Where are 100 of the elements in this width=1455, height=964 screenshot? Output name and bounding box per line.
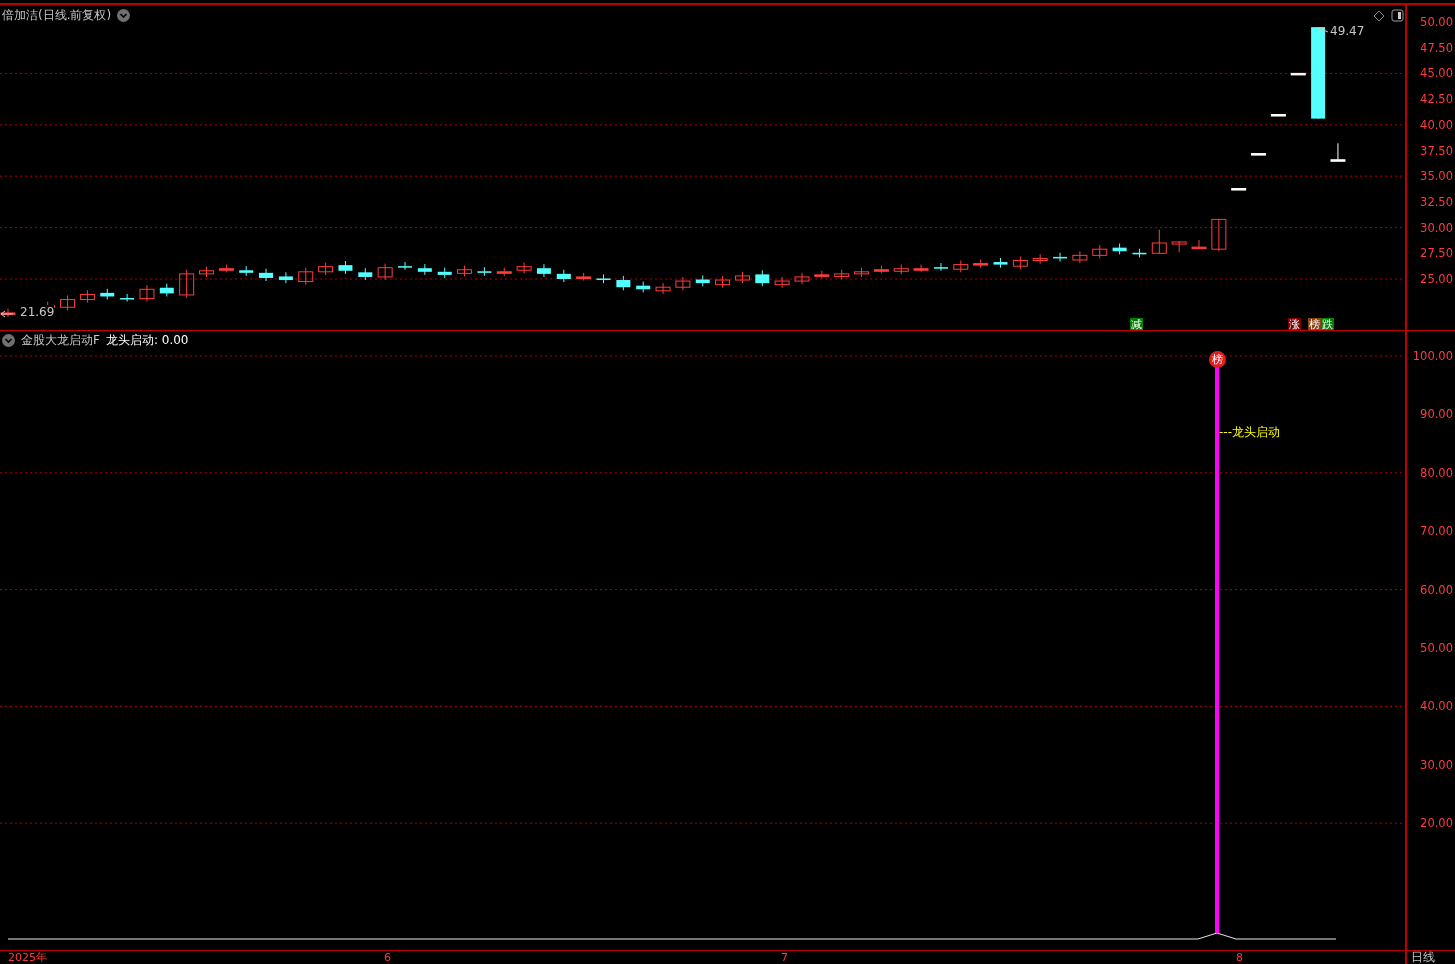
signal-marker: 榜 xyxy=(1308,318,1321,330)
candle xyxy=(616,275,631,291)
candle xyxy=(536,263,551,278)
candle xyxy=(576,272,592,282)
candle xyxy=(457,265,473,277)
panel-toggle-icon[interactable] xyxy=(1391,9,1404,22)
candle xyxy=(120,293,135,303)
diamond-icon[interactable] xyxy=(1373,10,1385,22)
candle xyxy=(636,281,651,293)
candle xyxy=(933,262,948,272)
candle xyxy=(715,275,731,289)
candle xyxy=(834,269,850,280)
candle xyxy=(358,267,373,281)
candle xyxy=(1290,72,1306,76)
indicator-name: 金股大龙启动F xyxy=(21,332,100,349)
candle xyxy=(437,267,452,279)
candle xyxy=(496,267,512,277)
candle xyxy=(774,276,790,289)
indicator-reading: 龙头启动: 0.00 xyxy=(105,332,189,349)
candle xyxy=(199,266,214,278)
candle xyxy=(159,283,174,297)
candle xyxy=(596,273,611,284)
candle xyxy=(993,257,1008,269)
candle xyxy=(1032,253,1048,265)
candle xyxy=(873,265,889,274)
candle xyxy=(278,271,293,284)
candle xyxy=(1330,142,1346,162)
signal-marker: 跌 xyxy=(1321,318,1334,330)
axis-label: 27.50 xyxy=(1420,246,1453,261)
candle xyxy=(953,260,969,273)
date-label: 7 xyxy=(781,951,788,964)
signal-marker: 涨 xyxy=(1288,318,1301,330)
candle xyxy=(1211,218,1227,252)
candle xyxy=(973,258,989,269)
candle xyxy=(398,261,412,271)
candle xyxy=(1012,255,1028,270)
candle xyxy=(1132,248,1147,258)
axis-label: 20.00 xyxy=(1420,816,1453,831)
axis-label: 47.50 xyxy=(1420,40,1453,55)
candle xyxy=(1231,188,1247,191)
axis-label: 70.00 xyxy=(1420,524,1453,539)
date-label: 6 xyxy=(384,951,391,964)
candle xyxy=(734,271,750,284)
candle xyxy=(516,262,532,274)
candle xyxy=(1151,229,1167,254)
chart-title: 倍加洁(日线.前复权) xyxy=(2,7,112,24)
axis-label: 80.00 xyxy=(1420,465,1453,480)
signal-marker: 减 xyxy=(1130,318,1143,330)
candle xyxy=(814,270,830,279)
candle xyxy=(556,269,571,283)
candle xyxy=(79,289,95,304)
candle xyxy=(913,264,929,273)
candle xyxy=(60,294,76,311)
candle xyxy=(675,276,691,291)
high-price-label: 49.47 xyxy=(1330,24,1365,38)
candle xyxy=(1270,114,1286,117)
candle xyxy=(139,284,155,303)
axis-label: 30.00 xyxy=(1420,757,1453,772)
axis-label: 37.50 xyxy=(1420,143,1453,158)
axis-label: 25.00 xyxy=(1420,272,1453,286)
signal-badge: 榜 xyxy=(1209,351,1226,368)
axis-label: 42.50 xyxy=(1420,92,1453,107)
candle xyxy=(1072,250,1088,264)
candle xyxy=(1092,244,1108,259)
axis-label: 50.00 xyxy=(1420,641,1453,655)
candle xyxy=(695,274,710,287)
candle xyxy=(417,263,432,276)
candle xyxy=(477,266,492,277)
date-label: 2025年 xyxy=(8,951,47,964)
low-price-label: 21.69 xyxy=(20,305,55,319)
axis-label: 40.00 xyxy=(1420,117,1453,132)
axis-label: 40.00 xyxy=(1420,699,1453,714)
candle xyxy=(298,267,314,286)
candle xyxy=(338,260,353,275)
axis-label: 60.00 xyxy=(1420,582,1453,597)
candle xyxy=(377,263,393,281)
axis-label: 32.50 xyxy=(1420,194,1453,209)
candle xyxy=(1053,252,1068,262)
candle xyxy=(318,262,334,276)
axis-label: 45.00 xyxy=(1420,66,1453,81)
axis-label: 30.00 xyxy=(1420,220,1453,235)
candle xyxy=(1251,153,1267,156)
chevron-down-icon[interactable] xyxy=(117,9,131,22)
candle xyxy=(1171,240,1187,253)
candle xyxy=(100,288,115,301)
axis-label: 35.00 xyxy=(1420,169,1453,184)
period-label[interactable]: 日线 xyxy=(1411,951,1435,964)
line-label: ---龙头启动 xyxy=(1219,424,1280,441)
candle xyxy=(1112,243,1127,255)
candle xyxy=(655,282,671,295)
candle xyxy=(1191,239,1207,250)
candle xyxy=(854,267,870,278)
candle xyxy=(179,269,195,299)
candle xyxy=(239,265,254,277)
axis-label: 50.00 xyxy=(1420,15,1453,29)
candle xyxy=(259,268,274,282)
date-label: 8 xyxy=(1236,951,1243,964)
candle xyxy=(893,264,909,275)
chevron-down-icon[interactable] xyxy=(2,334,15,347)
axis-label: 100.00 xyxy=(1412,349,1453,363)
